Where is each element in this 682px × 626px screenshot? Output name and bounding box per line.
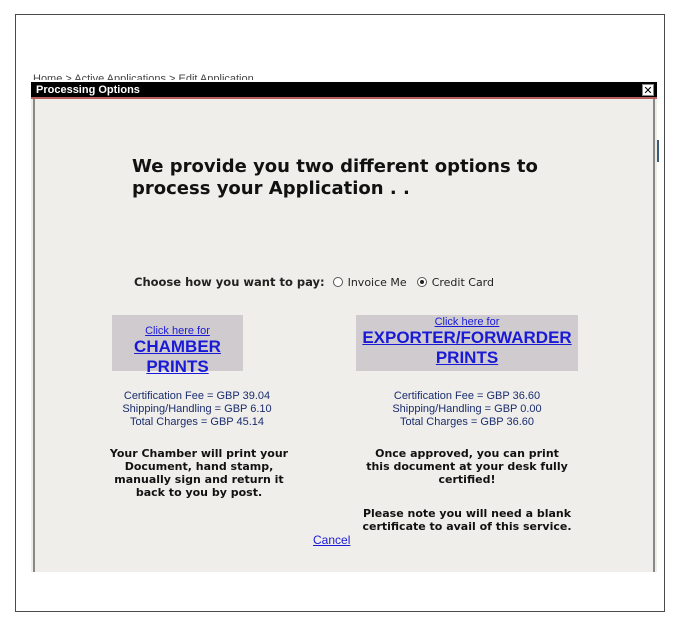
- exporter-prints-button[interactable]: Click here for EXPORTER/FORWARDER PRINTS: [356, 315, 578, 371]
- chamber-total-charges: Total Charges = GBP 45.14: [129, 416, 265, 428]
- exporter-note: Please note you will need a blank certif…: [362, 507, 572, 533]
- payment-question: Choose how you want to pay:: [134, 275, 325, 289]
- exporter-certification-fee: Certification Fee = GBP 36.60: [393, 390, 541, 402]
- chamber-prints-big-label[interactable]: CHAMBER PRINTS: [112, 337, 243, 377]
- exporter-fees: Certification Fee = GBP 36.60 Shipping/H…: [357, 390, 577, 429]
- chamber-certification-fee: Certification Fee = GBP 39.04: [123, 390, 271, 402]
- exporter-prints-small-label[interactable]: Click here for: [356, 316, 578, 328]
- exporter-prints-big-label[interactable]: EXPORTER/FORWARDER PRINTS: [356, 328, 578, 368]
- dialog-titlebar: Processing Options ✕: [31, 82, 657, 99]
- exporter-description: Once approved, you can print this docume…: [366, 447, 568, 486]
- dialog-heading: We provide you two different options to …: [132, 156, 538, 199]
- exporter-total-charges: Total Charges = GBP 36.60: [399, 416, 535, 428]
- chamber-description: Your Chamber will print your Document, h…: [109, 447, 289, 499]
- dialog-content: We provide you two different options to …: [33, 99, 655, 572]
- chamber-shipping-fee: Shipping/Handling = GBP 6.10: [122, 403, 272, 415]
- cancel-link[interactable]: Cancel: [313, 533, 350, 547]
- chamber-fees: Certification Fee = GBP 39.04 Shipping/H…: [97, 390, 297, 429]
- payment-method-row: Choose how you want to pay: Invoice Me C…: [134, 275, 504, 289]
- credit-card-radio[interactable]: [416, 277, 427, 287]
- background-edge: [657, 140, 659, 162]
- processing-options-dialog: Processing Options ✕ We provide you two …: [31, 82, 657, 572]
- dialog-title: Processing Options: [36, 84, 140, 96]
- credit-card-label[interactable]: Credit Card: [432, 276, 494, 289]
- invoice-me-radio[interactable]: [332, 277, 343, 287]
- chamber-prints-small-label[interactable]: Click here for: [112, 325, 243, 337]
- invoice-me-label[interactable]: Invoice Me: [348, 276, 407, 289]
- chamber-prints-button[interactable]: Click here for CHAMBER PRINTS: [112, 315, 243, 376]
- background-breadcrumb: Home > Active Applications > Edit Applic…: [33, 73, 254, 80]
- exporter-shipping-fee: Shipping/Handling = GBP 0.00: [392, 403, 542, 415]
- close-icon[interactable]: ✕: [642, 84, 654, 96]
